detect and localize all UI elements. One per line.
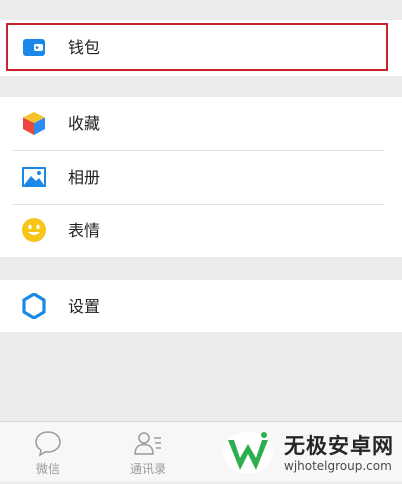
watermark: 无极安卓网 wjhotelgroup.com [210,425,402,481]
tab-label: 微信 [35,462,60,476]
menu-item-favorites[interactable]: 收藏 [0,97,402,150]
menu-item-settings[interactable]: 设置 [0,280,402,333]
watermark-domain: wjhotelgroup.com [284,459,392,473]
menu-item-label: 收藏 [68,114,101,133]
tab-chats[interactable]: 微信 [8,422,88,482]
chat-bubble-icon [33,429,63,457]
watermark-logo-icon [218,428,278,480]
highlight-box [6,23,388,71]
tab-label: 通讯录 [129,462,166,476]
tab-contacts[interactable]: 通讯录 [108,422,188,482]
watermark-brand: 无极安卓网 [284,434,394,458]
cube-icon [21,110,47,136]
menu-item-label: 表情 [68,221,101,240]
smiley-icon [21,217,47,243]
menu-item-album[interactable]: 相册 [0,151,402,204]
menu-item-label: 设置 [68,297,101,316]
settings-section: 设置 [0,280,402,332]
image-icon [21,164,47,190]
content-section: 收藏 相册 表情 [0,97,402,257]
menu-item-stickers[interactable]: 表情 [0,204,402,257]
contacts-icon [133,429,163,457]
gear-icon [21,292,47,320]
menu-item-label: 相册 [68,168,101,187]
